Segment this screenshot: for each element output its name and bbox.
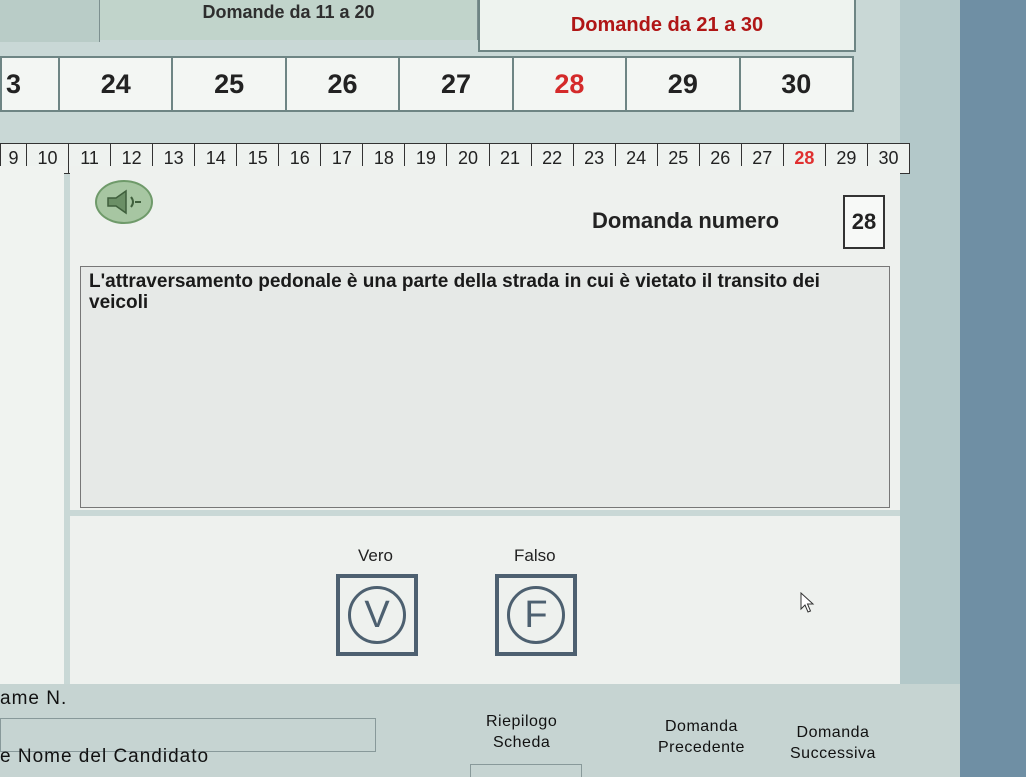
true-label: Vero (358, 546, 393, 565)
question-nav-large-item-active[interactable]: 28 (514, 58, 628, 110)
answer-true-button[interactable]: V (336, 574, 418, 656)
summary-button-line1: Riepilogo (486, 713, 558, 730)
audio-button[interactable] (95, 180, 153, 224)
bottom-control[interactable] (470, 764, 582, 777)
previous-button-line2: Precedente (658, 739, 745, 756)
tab-group-previous[interactable] (0, 0, 100, 42)
question-number-value: 28 (843, 195, 885, 249)
question-nav-large: 3 24 25 26 27 28 29 30 (0, 56, 854, 112)
mouse-cursor-icon (800, 591, 816, 619)
next-button-line2: Successiva (790, 745, 876, 762)
summary-button[interactable]: Riepilogo Scheda (486, 711, 557, 753)
screen-bezel (960, 0, 1026, 777)
question-nav-large-item[interactable]: 24 (60, 58, 174, 110)
question-nav-large-item[interactable]: 3 (2, 58, 60, 110)
left-panel (0, 166, 64, 696)
speaker-icon (107, 189, 141, 215)
v-circle-icon: V (348, 586, 406, 644)
right-edge-panel (900, 0, 960, 777)
f-circle-icon: F (507, 586, 565, 644)
summary-button-line2: Scheda (492, 734, 551, 751)
tab-questions-11-20[interactable]: Domande da 11 a 20 (100, 0, 478, 40)
question-nav-large-item[interactable]: 25 (173, 58, 287, 110)
question-nav-large-item[interactable]: 30 (741, 58, 852, 110)
candidate-name-label: e Nome del Candidato (0, 746, 210, 767)
answer-panel (70, 516, 900, 696)
question-number-label: Domanda numero (592, 208, 780, 233)
previous-question-button[interactable]: Domanda Precedente (658, 716, 745, 758)
next-question-button[interactable]: Domanda Successiva (790, 722, 876, 764)
question-nav-large-item[interactable]: 27 (400, 58, 514, 110)
previous-button-line1: Domanda (664, 718, 738, 735)
surname-label: ame N. (0, 688, 68, 709)
question-nav-large-item[interactable]: 26 (287, 58, 401, 110)
question-nav-large-item[interactable]: 29 (627, 58, 741, 110)
answer-false-button[interactable]: F (495, 574, 577, 656)
question-text: L'attraversamento pedonale è una parte d… (80, 266, 890, 508)
tab-questions-21-30[interactable]: Domande da 21 a 30 (478, 0, 856, 52)
false-label: Falso (514, 546, 556, 565)
next-button-line1: Domanda (796, 724, 870, 741)
